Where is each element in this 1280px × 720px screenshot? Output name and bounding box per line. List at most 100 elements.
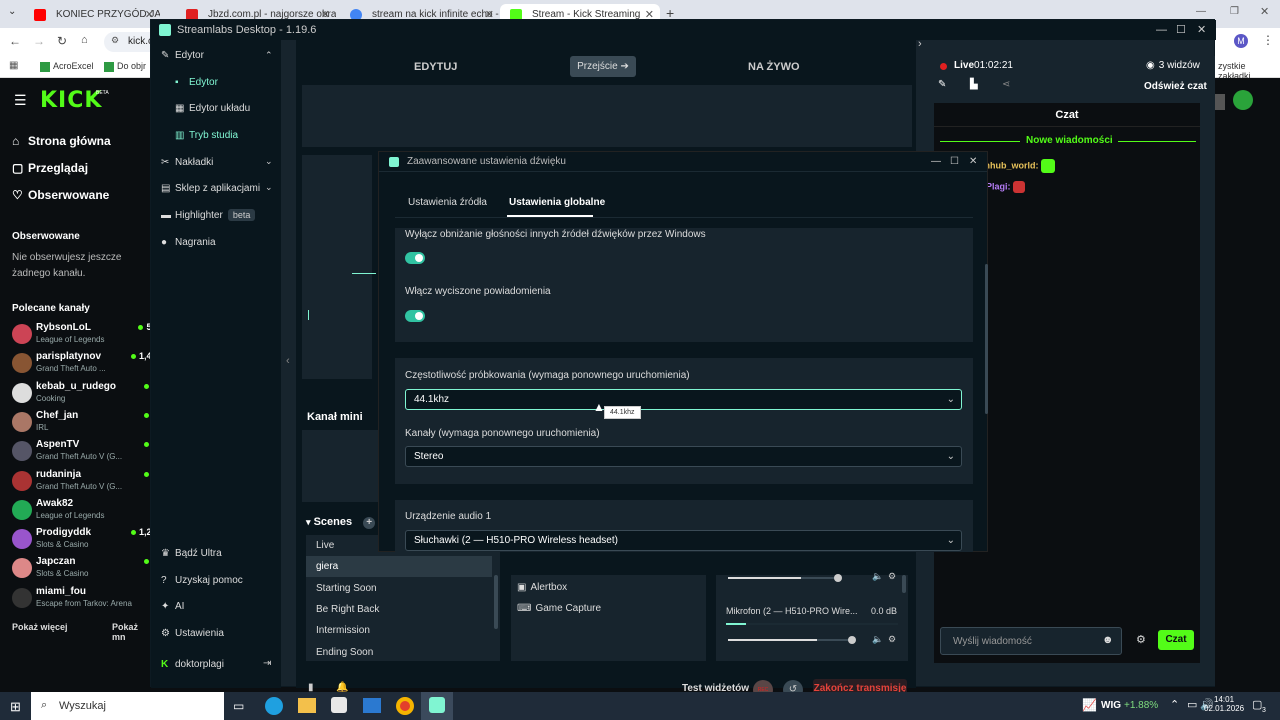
apps-icon[interactable]: ▦ <box>9 60 18 71</box>
scene-item[interactable]: Ending Soon <box>306 642 492 663</box>
hamburger-icon[interactable]: ☰ <box>14 92 27 109</box>
profile-avatar[interactable]: M <box>1234 34 1248 48</box>
window-restore-icon[interactable]: ❐ <box>1230 6 1239 17</box>
sidebar-ai[interactable]: ✦ AI <box>161 601 184 612</box>
start-icon[interactable]: ⊞ <box>10 699 21 715</box>
source-game-capture[interactable]: ⌨ Game Capture <box>517 603 601 614</box>
site-info-icon[interactable]: ⚙ <box>111 35 119 46</box>
sidebar-editor[interactable]: ✎ Edytor <box>161 50 204 61</box>
mail-icon[interactable] <box>363 698 381 713</box>
mic-volume-knob[interactable] <box>848 636 856 644</box>
channel-item[interactable]: RybsonLoLLeague of Legends5 ty <box>12 322 162 350</box>
channel-item[interactable]: ProdigyddkSlots & Casino1,2 ty <box>12 527 162 555</box>
user-avatar[interactable] <box>1233 90 1253 110</box>
kick-logo[interactable]: KICK <box>40 88 102 113</box>
channel-item[interactable]: rudaninjaGrand Theft Auto V (G...28 <box>12 469 162 497</box>
browser-tab-1[interactable]: KONIEC PRZYGÓD JASKÓŁA W... ✕ <box>24 4 160 26</box>
sidebar-overlays[interactable]: ✂ Nakładki <box>161 157 213 168</box>
sidebar-editor-sub[interactable]: ▪ Edytor <box>175 77 218 88</box>
channel-item[interactable]: kebab_u_rudegoCooking12 <box>12 381 162 409</box>
desktop-volume-knob[interactable] <box>834 574 842 582</box>
toggle-disable-ducking[interactable] <box>405 252 425 264</box>
gear-icon[interactable]: ⚙ <box>888 634 896 645</box>
chat-tab[interactable]: Czat <box>934 103 1200 127</box>
scene-item[interactable]: giera <box>306 556 492 578</box>
bookmark-2[interactable]: Do objr <box>104 61 146 72</box>
clock[interactable]: 14:01 02.01.2026 <box>1204 695 1244 713</box>
toggle-muted-notifications[interactable] <box>405 310 425 322</box>
share-icon[interactable]: ⋖ <box>1002 79 1010 90</box>
sl-minimize-icon[interactable]: — <box>1156 20 1167 40</box>
explorer-icon[interactable] <box>298 698 316 713</box>
network-icon[interactable]: ▭ <box>1187 698 1197 711</box>
add-scene-icon[interactable]: + <box>363 517 376 529</box>
stock-name[interactable]: WIG <box>1101 700 1121 711</box>
speaker-icon[interactable]: 🔈 <box>872 634 883 645</box>
sidebar-settings[interactable]: ⚙ Ustawienia <box>161 628 224 639</box>
sl-maximize-icon[interactable]: ☐ <box>1176 20 1186 40</box>
dialog-maximize-icon[interactable]: ☐ <box>950 152 959 172</box>
dialog-scrollbar[interactable] <box>985 264 988 414</box>
channel-item[interactable]: JapczanSlots & Casino25 <box>12 556 162 584</box>
gear-icon[interactable]: ⚙ <box>888 571 896 582</box>
transition-button[interactable]: Przejście ➔ <box>570 56 636 77</box>
logout-icon[interactable]: ⇥ <box>263 658 271 669</box>
tray-chevron-icon[interactable]: ⌃ <box>1170 698 1179 711</box>
sidebar-app-store[interactable]: ▤ Sklep z aplikacjami <box>161 183 260 194</box>
expand-dock-icon[interactable]: › <box>918 38 922 50</box>
sidebar-highlighter[interactable]: ▬ Highlighter beta <box>161 209 256 221</box>
scenes-scrollbar[interactable] <box>494 575 498 629</box>
tab-global-settings[interactable]: Ustawienia globalne <box>509 197 605 208</box>
dashboard-icon[interactable]: ▙ <box>970 79 978 90</box>
send-chat-button[interactable]: Czat <box>1158 630 1194 650</box>
scene-item[interactable]: Be Right Back <box>306 599 492 620</box>
mic-volume-track[interactable] <box>728 639 852 641</box>
task-view-icon[interactable]: ▭ <box>233 699 244 713</box>
chevron-down-icon[interactable]: ⌄ <box>265 182 273 193</box>
scene-item[interactable]: Starting Soon <box>306 578 492 599</box>
show-more-left[interactable]: Pokaż więcej <box>12 622 68 632</box>
chevron-down-icon[interactable]: ▾ <box>306 517 311 527</box>
sidebar-studio-mode[interactable]: ▥ Tryb studia <box>175 130 238 141</box>
nav-following[interactable]: ♡ Obserwowane <box>12 188 109 202</box>
emoji-icon[interactable]: ☻ <box>1102 634 1114 646</box>
back-icon[interactable]: ← <box>9 34 21 48</box>
channel-item[interactable]: parisplatynovGrand Theft Auto ...1,4 ty <box>12 351 162 379</box>
home-icon[interactable]: ⌂ <box>81 34 88 46</box>
sidebar-user[interactable]: Kdoktorplagi <box>161 659 224 670</box>
chevron-down-icon[interactable]: ⌄ <box>265 156 273 167</box>
edit-icon[interactable]: ✎ <box>938 79 946 90</box>
dialog-close-icon[interactable]: ✕ <box>969 152 977 172</box>
nav-home[interactable]: ⌂ Strona główna <box>12 134 111 148</box>
channel-item[interactable]: Chef_janIRL78 <box>12 410 162 438</box>
tab-list-icon[interactable]: ⌄ <box>8 6 16 17</box>
channel-item[interactable]: miami_fou Escape from Tarkov: Arena <box>12 586 162 614</box>
channel-item[interactable]: Awak82 League of Legends <box>12 498 162 526</box>
sl-close-icon[interactable]: ✕ <box>1197 20 1206 40</box>
source-alertbox[interactable]: ▣ Alertbox <box>517 582 567 593</box>
bookmark-1[interactable]: AcroExcel <box>40 61 94 72</box>
chat-settings-icon[interactable]: ⚙ <box>1136 633 1146 646</box>
sidebar-recordings[interactable]: ● Nagrania <box>161 237 216 248</box>
speaker-icon[interactable]: 🔈 <box>872 571 883 582</box>
reload-icon[interactable]: ↻ <box>57 34 67 48</box>
sidebar-layout-editor[interactable]: ▦ Edytor układu <box>175 103 250 114</box>
show-more-right[interactable]: Pokaż mn <box>112 622 150 642</box>
channel-item[interactable]: AspenTVGrand Theft Auto V (G...50 <box>12 439 162 467</box>
sample-rate-select[interactable]: 44.1khz ⌄ <box>405 389 962 410</box>
streamlabs-taskbar-icon[interactable] <box>421 692 453 720</box>
sidebar-ultra[interactable]: ♛ Bądź Ultra <box>161 548 222 559</box>
nav-browse[interactable]: ▢ Przeglądaj <box>12 161 88 175</box>
forward-icon[interactable]: → <box>33 34 45 48</box>
sidebar-help[interactable]: ? Uzyskaj pomoc <box>161 575 243 586</box>
device-select[interactable]: Słuchawki (2 — H510-PRO Wireless headset… <box>405 530 962 551</box>
header-button[interactable] <box>1215 94 1225 110</box>
chrome-icon[interactable] <box>396 697 414 715</box>
chevron-up-icon[interactable]: ⌃ <box>265 50 273 61</box>
edge-icon[interactable] <box>265 697 283 715</box>
chat-input[interactable]: Wyślij wiadomość ☻ <box>940 627 1122 655</box>
notifications-icon[interactable]: ▢ <box>1252 698 1262 711</box>
scene-item[interactable]: Intermission <box>306 620 492 641</box>
window-minimize-icon[interactable]: — <box>1196 6 1206 17</box>
desktop-volume-track[interactable] <box>728 577 840 579</box>
